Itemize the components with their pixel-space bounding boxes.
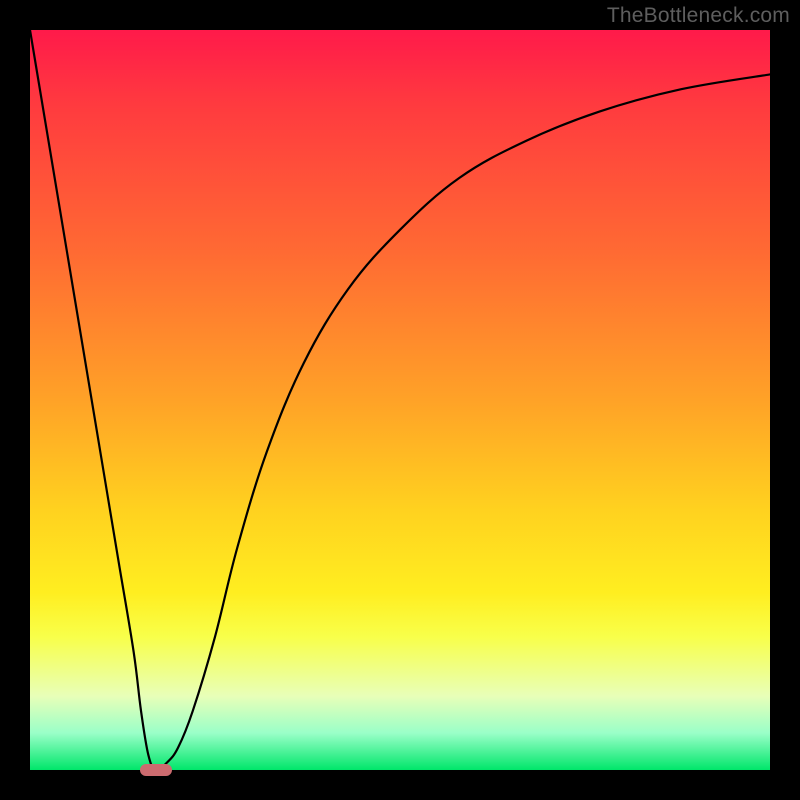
bottleneck-curve xyxy=(30,30,770,770)
ideal-zone-marker xyxy=(140,764,172,776)
plot-area xyxy=(30,30,770,770)
chart-frame: TheBottleneck.com xyxy=(0,0,800,800)
watermark: TheBottleneck.com xyxy=(607,4,790,28)
